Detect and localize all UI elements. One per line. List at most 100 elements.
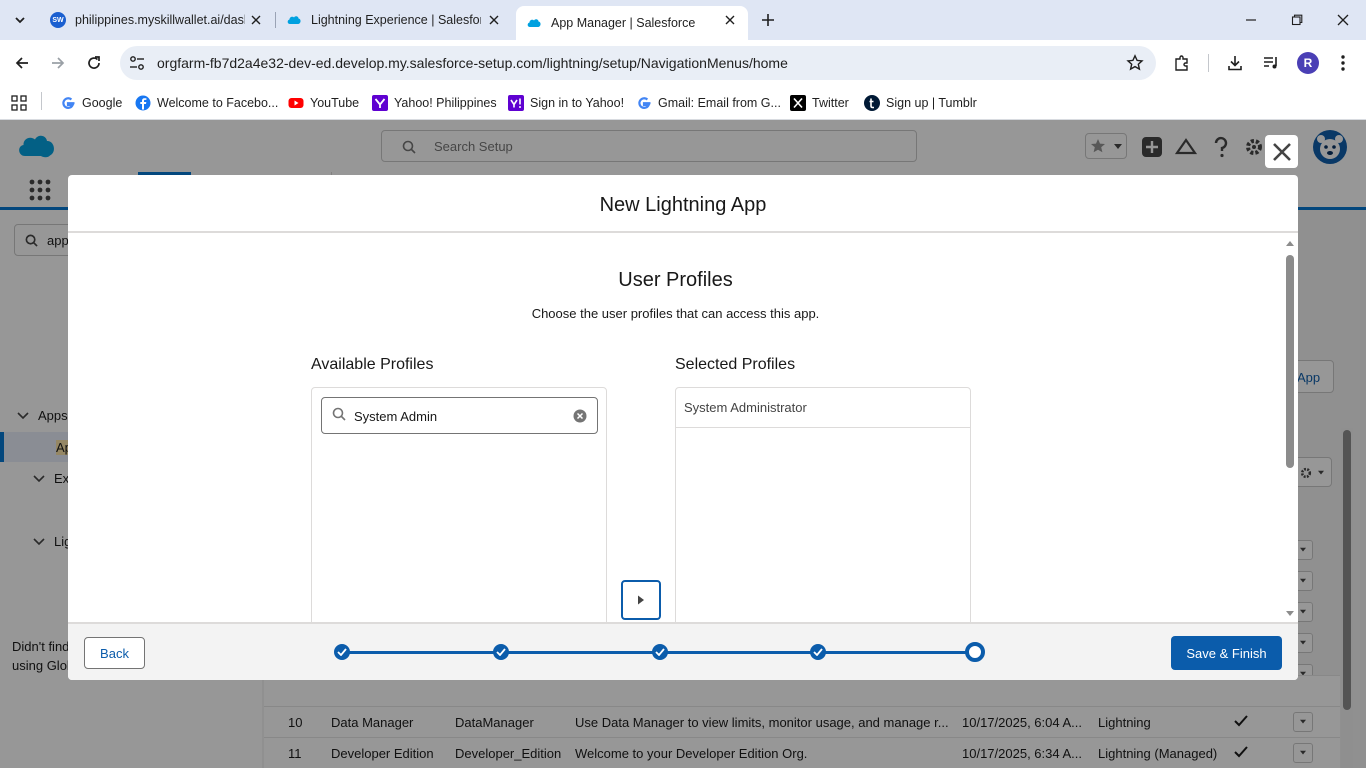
salesforce-cloud-icon <box>527 19 541 27</box>
right-arrow-icon <box>638 595 644 605</box>
bookmarks-bar: Google Welcome to Facebo... YouTube Yaho… <box>0 86 1366 120</box>
profile-search-input[interactable] <box>354 406 564 426</box>
bookmark-label: Gmail: Email from G... <box>658 96 781 110</box>
bookmark-twitter[interactable]: Twitter <box>790 92 849 114</box>
browser-tab-skillwallet[interactable]: SW philippines.myskillwallet.ai/dash <box>40 6 274 34</box>
modal-footer: Back Save & Finish <box>68 622 1298 680</box>
bookmark-label: Sign up | Tumblr <box>886 96 977 110</box>
scroll-up-icon <box>1286 241 1294 246</box>
bookmark-label: Yahoo! Philippines <box>394 96 497 110</box>
bookmark-google[interactable]: Google <box>60 92 122 114</box>
check-icon <box>813 648 823 656</box>
restore-icon <box>1291 14 1303 26</box>
apps-grid-button[interactable] <box>11 92 27 114</box>
progress-step-completed[interactable] <box>493 644 509 660</box>
restore-button[interactable] <box>1274 6 1320 34</box>
download-icon <box>1228 56 1242 71</box>
modal-body: User Profiles Choose the user profiles t… <box>68 233 1298 622</box>
profile-search-field[interactable] <box>321 397 598 434</box>
progress-step-completed[interactable] <box>810 644 826 660</box>
reload-button[interactable] <box>81 50 107 76</box>
progress-step-completed[interactable] <box>334 644 350 660</box>
back-button[interactable]: Back <box>84 637 145 669</box>
bookmark-tumblr[interactable]: Sign up | Tumblr <box>864 92 977 114</box>
available-profiles-list[interactable] <box>311 387 607 622</box>
bookmark-label: Google <box>82 96 123 110</box>
bookmark-yahoo-philippines[interactable]: Yahoo! Philippines <box>372 92 497 114</box>
bookmark-sign-in-yahoo[interactable]: Sign in to Yahoo! <box>508 92 624 114</box>
youtube-icon <box>288 98 304 108</box>
clear-search-icon[interactable] <box>573 409 587 423</box>
profile-avatar[interactable]: R <box>1297 52 1319 74</box>
apps-grid-icon <box>11 95 27 111</box>
bookmark-facebook[interactable]: Welcome to Facebo... <box>135 92 278 114</box>
selected-profiles-list[interactable]: System Administrator <box>675 387 971 622</box>
media-controls-button[interactable] <box>1260 52 1282 74</box>
puzzle-icon <box>1175 55 1188 71</box>
close-tab-icon[interactable] <box>248 12 264 28</box>
browser-menu-button[interactable] <box>1332 52 1354 74</box>
check-icon <box>496 648 506 656</box>
downloads-button[interactable] <box>1224 52 1246 74</box>
modal-header: New Lightning App <box>68 175 1298 233</box>
selected-profiles-label: Selected Profiles <box>675 356 796 373</box>
yahoo-icon <box>508 95 524 111</box>
browser-tab-lightning-experience[interactable]: Lightning Experience | Salesforce <box>276 6 512 34</box>
new-lightning-app-modal: New Lightning App User Profiles Choose t… <box>68 175 1298 680</box>
new-tab-button[interactable] <box>756 8 780 32</box>
browser-tab-strip: SW philippines.myskillwallet.ai/dash Lig… <box>0 0 1366 40</box>
x-twitter-icon <box>790 95 806 111</box>
extensions-button[interactable] <box>1171 52 1193 74</box>
site-info-icon[interactable] <box>128 54 146 72</box>
tumblr-icon <box>864 95 880 111</box>
url-text: orgfarm-fb7d2a4e32-dev-ed.develop.my.sal… <box>157 55 788 71</box>
facebook-icon <box>135 95 151 111</box>
bookmark-youtube[interactable]: YouTube <box>288 92 359 114</box>
back-nav-button[interactable] <box>9 50 35 76</box>
queue-music-icon <box>1264 57 1277 69</box>
chevron-down-icon <box>15 17 25 24</box>
bookmark-label: Twitter <box>812 96 849 110</box>
browser-tab-app-manager[interactable]: App Manager | Salesforce <box>516 6 748 40</box>
add-to-selected-button[interactable] <box>621 580 661 620</box>
arrow-right-icon <box>52 57 65 69</box>
tab-search-button[interactable] <box>8 8 32 32</box>
minimize-icon <box>1246 19 1256 21</box>
check-icon <box>337 648 347 656</box>
step-title: User Profiles <box>618 269 733 291</box>
close-tab-icon[interactable] <box>722 12 738 28</box>
skillwallet-favicon-icon: SW <box>50 12 66 28</box>
arrow-left-icon <box>15 57 28 69</box>
tab-title: philippines.myskillwallet.ai/dash <box>75 13 245 27</box>
yahoo-icon <box>372 95 388 111</box>
minimize-button[interactable] <box>1228 6 1274 34</box>
available-profiles-label: Available Profiles <box>311 356 434 373</box>
bookmark-gmail[interactable]: Gmail: Email from G... <box>636 92 781 114</box>
salesforce-cloud-icon <box>287 16 301 24</box>
close-icon <box>1272 142 1291 161</box>
modal-scrollbar[interactable] <box>1283 237 1297 622</box>
modal-close-button[interactable] <box>1265 135 1298 168</box>
forward-nav-button[interactable] <box>45 50 71 76</box>
progress-step-current[interactable] <box>965 642 985 662</box>
address-bar[interactable]: orgfarm-fb7d2a4e32-dev-ed.develop.my.sal… <box>120 46 1156 80</box>
search-icon <box>332 407 346 421</box>
bookmark-label: Sign in to Yahoo! <box>530 96 625 110</box>
reload-icon <box>88 56 100 69</box>
bookmarks-divider <box>41 92 42 110</box>
bookmark-star-icon[interactable] <box>1126 54 1144 72</box>
scroll-down-icon <box>1286 611 1294 616</box>
plus-icon <box>762 14 774 26</box>
more-vertical-icon <box>1341 55 1345 71</box>
modal-scrollbar-thumb[interactable] <box>1286 255 1294 468</box>
close-window-button[interactable] <box>1320 6 1366 34</box>
google-icon <box>638 97 651 109</box>
check-icon <box>655 648 665 656</box>
close-icon <box>1337 14 1349 26</box>
browser-toolbar: orgfarm-fb7d2a4e32-dev-ed.develop.my.sal… <box>0 40 1366 86</box>
toolbar-divider <box>1208 54 1209 72</box>
close-tab-icon[interactable] <box>486 12 502 28</box>
selected-profile-item[interactable]: System Administrator <box>676 388 970 428</box>
save-and-finish-button[interactable]: Save & Finish <box>1171 636 1282 670</box>
progress-step-completed[interactable] <box>652 644 668 660</box>
